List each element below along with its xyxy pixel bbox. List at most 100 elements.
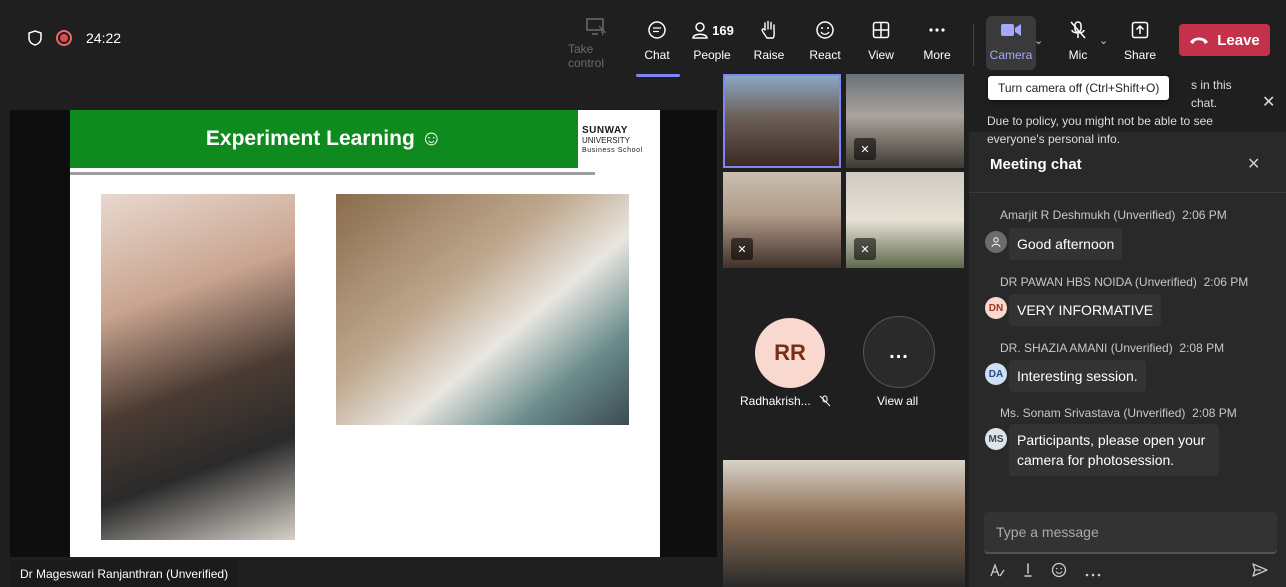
share-button[interactable]: Share — [1112, 16, 1168, 70]
message-meta: DR PAWAN HBS NOIDA (Unverified) 2:06 PM — [1000, 275, 1248, 289]
shield-icon — [28, 30, 42, 46]
people-button[interactable]: 169 People — [684, 16, 740, 70]
share-label: Share — [1123, 48, 1157, 62]
message-author: DR. SHAZIA AMANI (Unverified) — [1000, 341, 1173, 355]
message-time: 2:08 PM — [1192, 406, 1237, 420]
logo-line-2: UNIVERSITY — [582, 135, 631, 145]
logo-line-1: SUNWAY — [582, 124, 628, 136]
notice-close-icon[interactable]: ✕ — [1262, 92, 1275, 112]
raise-hand-button[interactable]: Raise — [741, 16, 797, 70]
raise-label: Raise — [753, 48, 785, 62]
chat-button[interactable]: Chat — [629, 16, 685, 70]
mic-muted-icon: ✕ — [854, 238, 876, 260]
take-control-icon — [585, 16, 607, 38]
avatar[interactable]: MS — [985, 428, 1007, 450]
recording-icon — [56, 30, 72, 46]
products-photo — [336, 194, 629, 425]
meeting-status: 24:22 — [28, 30, 121, 46]
take-control-button[interactable]: Take control — [568, 16, 624, 70]
chat-label: Chat — [644, 48, 670, 62]
message-bubble: Interesting session. — [1009, 360, 1146, 392]
person-avatar-icon[interactable] — [985, 231, 1007, 253]
chat-icon — [647, 16, 667, 44]
mic-muted-icon: ✕ — [731, 238, 753, 260]
compose-toolbar — [989, 562, 1101, 582]
share-screen-icon — [1131, 16, 1149, 44]
mic-label: Mic — [1068, 48, 1088, 62]
take-control-label: Take control — [568, 42, 605, 70]
avatar[interactable]: DN — [985, 297, 1007, 319]
mic-button[interactable]: Mic — [1050, 16, 1106, 70]
leave-button[interactable]: Leave — [1179, 24, 1270, 56]
meeting-chat-panel: s in this chat. Due to policy, you might… — [969, 72, 1286, 587]
emoji-icon[interactable] — [1051, 562, 1067, 582]
view-label: View — [868, 48, 894, 62]
message-input[interactable] — [996, 524, 1265, 540]
more-dots-icon — [928, 16, 946, 44]
format-icon[interactable] — [989, 562, 1005, 582]
students-photo — [101, 194, 295, 540]
chat-close-icon[interactable]: ✕ — [1247, 154, 1260, 174]
hang-up-icon — [1190, 37, 1209, 44]
view-all-label: View all — [877, 394, 919, 408]
message-compose-box[interactable] — [984, 512, 1277, 554]
participant-video-tile[interactable] — [723, 460, 965, 587]
participant-video-tile[interactable]: ✕ — [846, 74, 964, 168]
chat-divider — [969, 192, 1286, 193]
teams-meeting-window: 24:22 Take control Chat 169 People Raise… — [0, 0, 1286, 587]
send-icon[interactable] — [1252, 562, 1268, 583]
notice-line-3: everyone's personal info. — [987, 132, 1121, 146]
avatar[interactable]: DA — [985, 363, 1007, 385]
more-options-icon[interactable] — [1085, 564, 1101, 581]
presentation-slide: Experiment Learning ☺ SUNWAY UNIVERSITY … — [70, 110, 660, 557]
meeting-timer: 24:22 — [86, 30, 122, 46]
message-time: 2:06 PM — [1182, 208, 1227, 222]
mic-muted-icon — [1068, 16, 1088, 44]
message-bubble: Good afternoon — [1009, 228, 1123, 260]
participant-video-tile[interactable]: ✕ — [723, 172, 841, 268]
message-meta: DR. SHAZIA AMANI (Unverified) 2:08 PM — [1000, 341, 1224, 355]
meeting-toolbar: 24:22 Take control Chat 169 People Raise… — [0, 10, 1286, 77]
chat-active-indicator — [636, 74, 680, 77]
view-all-dots: ... — [889, 340, 909, 363]
hand-icon — [760, 16, 778, 44]
camera-label: Camera — [989, 48, 1033, 62]
smiley-icon — [815, 16, 835, 44]
leave-label: Leave — [1217, 31, 1260, 49]
camera-options-chevron-down-icon[interactable]: ⌄ — [1034, 34, 1043, 47]
participant-name: Radhakrish... — [740, 394, 831, 408]
message-author: Ms. Sonam Srivastava (Unverified) — [1000, 406, 1186, 420]
presenter-name-label: Dr Mageswari Ranjanthran (Unverified) — [10, 560, 239, 587]
attach-icon[interactable] — [1023, 562, 1033, 582]
more-button[interactable]: More — [909, 16, 965, 70]
message-time: 2:06 PM — [1203, 275, 1249, 289]
people-label: People — [693, 48, 731, 62]
mic-muted-icon: ✕ — [854, 138, 876, 160]
mic-options-chevron-down-icon[interactable]: ⌄ — [1099, 34, 1108, 47]
slide-header: Experiment Learning ☺ — [70, 110, 578, 168]
message-meta: Ms. Sonam Srivastava (Unverified) 2:08 P… — [1000, 406, 1237, 420]
participant-avatar[interactable]: RR — [755, 318, 825, 388]
slide-divider — [70, 172, 595, 175]
message-meta: Amarjit R Deshmukh (Unverified) 2:06 PM — [1000, 208, 1227, 222]
participant-video-tile[interactable] — [723, 74, 841, 168]
message-author: Amarjit R Deshmukh (Unverified) — [1000, 208, 1176, 222]
message-author: DR PAWAN HBS NOIDA (Unverified) — [1000, 275, 1197, 289]
view-button[interactable]: View — [853, 16, 909, 70]
university-logo: SUNWAY UNIVERSITY Business School — [578, 110, 660, 168]
react-label: React — [809, 48, 841, 62]
mic-muted-icon — [819, 395, 831, 407]
people-icon-row: 169 — [690, 16, 734, 44]
view-all-button[interactable]: ... — [863, 316, 935, 388]
camera-tooltip: Turn camera off (Ctrl+Shift+O) — [988, 76, 1170, 100]
participant-video-tile[interactable]: ✕ — [846, 172, 964, 268]
toolbar-divider — [973, 24, 974, 66]
people-count: 169 — [712, 22, 734, 38]
message-bubble: Participants, please open your camera fo… — [1009, 424, 1219, 476]
camera-icon — [1000, 16, 1022, 44]
slide-title: Experiment Learning ☺ — [205, 127, 443, 150]
camera-button[interactable]: Camera — [986, 16, 1036, 70]
message-bubble: VERY INFORMATIVE — [1009, 294, 1162, 326]
notice-line-2: Due to policy, you might not be able to … — [987, 114, 1213, 128]
react-button[interactable]: React — [797, 16, 853, 70]
